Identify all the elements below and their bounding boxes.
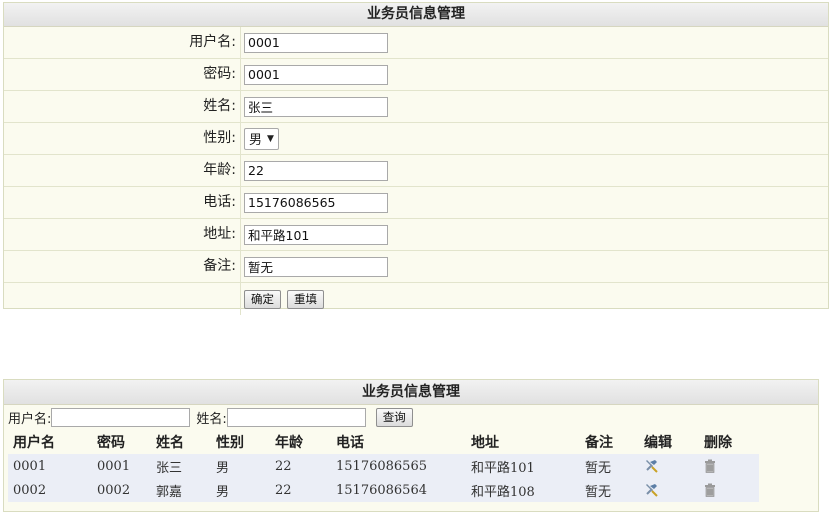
- cell-address: 和平路108: [471, 478, 585, 502]
- cell-edit: [644, 454, 704, 478]
- remark-label: 备注:: [4, 251, 241, 282]
- search-name-input[interactable]: [226, 408, 366, 427]
- remark-input[interactable]: [244, 256, 388, 277]
- list-title: 业务员信息管理: [4, 380, 818, 405]
- col-header-age: 年龄: [275, 435, 303, 451]
- password-input[interactable]: [244, 64, 388, 85]
- address-input[interactable]: [244, 224, 388, 245]
- col-header-address: 地址: [471, 435, 499, 451]
- col-header-username: 用户名: [13, 435, 55, 451]
- age-input[interactable]: [244, 160, 388, 181]
- cell-gender: 男: [216, 478, 275, 502]
- employee-form-panel: 业务员信息管理 用户名: 密码: 姓名: 性别: 男 ▼ 年龄: 电话: 地址:…: [3, 2, 829, 315]
- password-label: 密码:: [4, 59, 241, 90]
- form-row-address: 地址:: [4, 219, 828, 251]
- table-header-row: 用户名 密码 姓名 性别 年龄 电话 地址 备注 编辑 删除: [8, 430, 759, 454]
- actions-label-cell: [4, 283, 241, 315]
- form-title: 业务员信息管理: [4, 3, 828, 27]
- edit-tools-icon[interactable]: [644, 483, 660, 497]
- form-row-phone: 电话:: [4, 187, 828, 219]
- edit-tools-icon[interactable]: [644, 459, 660, 473]
- phone-label: 电话:: [4, 187, 241, 218]
- form-row-age: 年龄:: [4, 155, 828, 187]
- cell-age: 22: [275, 454, 336, 478]
- cell-phone: 15176086565: [336, 454, 471, 478]
- col-header-remark: 备注: [585, 435, 613, 451]
- col-header-phone: 电话: [336, 435, 364, 451]
- col-header-name: 姓名: [156, 435, 184, 451]
- cell-name: 张三: [156, 454, 216, 478]
- form-row-remark: 备注:: [4, 251, 828, 283]
- table-row: 0001 0001 张三 男 22 15176086565 和平路101 暂无: [8, 454, 759, 478]
- table-row: 0002 0002 郭嘉 男 22 15176086564 和平路108 暂无: [8, 478, 759, 502]
- cell-name: 郭嘉: [156, 478, 216, 502]
- name-input[interactable]: [244, 96, 388, 117]
- col-header-gender: 性别: [216, 435, 244, 451]
- cell-edit: [644, 478, 704, 502]
- chevron-down-icon: ▼: [267, 133, 274, 144]
- address-label: 地址:: [4, 219, 241, 250]
- form-row-password: 密码:: [4, 59, 828, 91]
- search-name-label: 姓名:: [196, 412, 227, 427]
- cell-remark: 暂无: [585, 478, 644, 502]
- username-input[interactable]: [244, 32, 388, 53]
- age-label: 年龄:: [4, 155, 241, 186]
- cell-delete: [704, 454, 759, 478]
- search-bar: 用户名: 姓名: 查询: [4, 405, 818, 430]
- trash-can-icon[interactable]: [704, 459, 716, 473]
- cell-gender: 男: [216, 454, 275, 478]
- cell-password: 0001: [97, 454, 156, 478]
- col-header-password: 密码: [97, 435, 125, 451]
- form-row-actions: 确定 重填: [4, 283, 828, 315]
- gender-select[interactable]: 男 ▼: [244, 127, 279, 150]
- search-username-label: 用户名:: [8, 412, 52, 427]
- search-username-input[interactable]: [51, 408, 191, 427]
- confirm-button[interactable]: 确定: [244, 289, 281, 309]
- cell-remark: 暂无: [585, 454, 644, 478]
- name-label: 姓名:: [4, 91, 241, 122]
- phone-input[interactable]: [244, 192, 388, 213]
- gender-selected-value: 男: [249, 133, 263, 148]
- cell-phone: 15176086564: [336, 478, 471, 502]
- cell-age: 22: [275, 478, 336, 502]
- col-header-edit: 编辑: [644, 435, 672, 451]
- cell-delete: [704, 478, 759, 502]
- trash-can-icon[interactable]: [704, 483, 716, 497]
- cell-username: 0002: [8, 478, 97, 502]
- form-row-gender: 性别: 男 ▼: [4, 123, 828, 155]
- employee-list-panel: 业务员信息管理 用户名: 姓名: 查询 用户名 密码 姓名 性别 年龄 电话 地…: [3, 379, 819, 512]
- employee-table: 用户名 密码 姓名 性别 年龄 电话 地址 备注 编辑 删除 0001 0001…: [8, 430, 759, 502]
- username-label: 用户名:: [4, 27, 241, 58]
- cell-username: 0001: [8, 454, 97, 478]
- col-header-delete: 删除: [704, 435, 732, 451]
- reset-button[interactable]: 重填: [287, 289, 324, 309]
- cell-password: 0002: [97, 478, 156, 502]
- query-button[interactable]: 查询: [375, 408, 413, 427]
- form-row-username: 用户名:: [4, 27, 828, 59]
- gender-label: 性别:: [4, 123, 241, 154]
- form-row-name: 姓名:: [4, 91, 828, 123]
- cell-address: 和平路101: [471, 454, 585, 478]
